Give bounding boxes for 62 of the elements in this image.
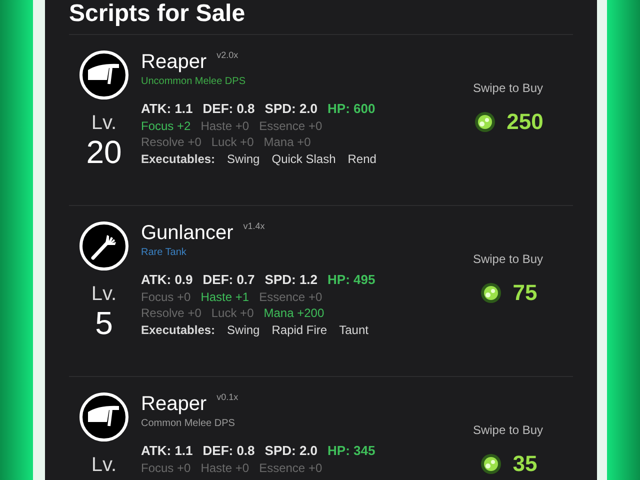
stat-text: SPD: 2.0 [264, 443, 318, 460]
stat-text: Luck +0 [211, 305, 254, 322]
script-name: Reaper [141, 392, 207, 417]
gem-icon [478, 452, 503, 474]
rarity-label: Uncommon Melee DPS [141, 75, 246, 89]
executables-label: Executables: [141, 322, 216, 338]
stat-text: Mana +0 [264, 134, 311, 150]
level-label: Lv. [91, 112, 117, 134]
executable-name: Rapid Fire [272, 322, 328, 338]
swipe-hint: Swipe to Buy [472, 422, 544, 439]
level-label: Lv. [91, 454, 117, 476]
executables-label: Executables: [141, 150, 216, 167]
stat-text: DEF: 0.8 [202, 443, 255, 460]
script-name: Reaper [141, 50, 207, 75]
stat-text: HP: 345 [328, 443, 376, 460]
blade-icon [79, 392, 129, 442]
level-number: 5 [95, 305, 113, 341]
executable-name: Swing [227, 150, 260, 167]
swipe-hint: Swipe to Buy [472, 80, 544, 97]
price-text: 250 [506, 108, 544, 136]
stat-text: Essence +0 [259, 460, 322, 476]
stat-text: Luck +0 [211, 134, 254, 150]
stat-text: HP: 600 [328, 101, 376, 118]
stat-text: HP: 495 [328, 272, 376, 288]
price-text: 75 [512, 279, 538, 307]
executable-name: Rend [348, 150, 376, 167]
stat-text: Haste +1 [200, 288, 250, 305]
version-label: v0.1x [216, 391, 238, 404]
version-label: v1.4x [243, 220, 265, 233]
rarity-label: Common Melee DPS [141, 417, 236, 431]
stat-text: Resolve +0 [141, 134, 202, 150]
stat-text: Focus +0 [141, 460, 191, 476]
gem-icon [478, 282, 503, 304]
level-label: Lv. [91, 283, 117, 305]
rarity-label: Rare Tank [141, 246, 188, 260]
executable-name: Quick Slash [272, 150, 336, 167]
stat-text: DEF: 0.7 [202, 272, 255, 288]
stat-text: Essence +0 [259, 118, 322, 134]
level-number: 20 [86, 134, 122, 170]
blade-icon [79, 50, 129, 100]
executable-name: Swing [227, 322, 260, 338]
price-text: 35 [512, 450, 538, 478]
stat-text: ATK: 1.1 [141, 101, 193, 118]
stat-text: Haste +0 [200, 460, 250, 476]
stat-text: Mana +200 [264, 305, 324, 322]
stat-text: ATK: 0.9 [141, 272, 193, 288]
stat-text: Focus +0 [141, 288, 191, 305]
stat-text: Haste +0 [200, 118, 250, 134]
stat-text: Focus +2 [141, 118, 191, 134]
executable-name: Taunt [339, 322, 368, 338]
stat-text: Essence +0 [259, 288, 322, 305]
fork-icon [79, 221, 129, 271]
gem-icon [472, 110, 497, 132]
stat-text: DEF: 0.8 [202, 101, 255, 118]
script-name: Gunlancer [141, 221, 234, 246]
stat-text: SPD: 2.0 [264, 101, 318, 118]
swipe-hint: Swipe to Buy [472, 251, 544, 268]
stat-text: Resolve +0 [141, 305, 202, 322]
stat-text: SPD: 1.2 [264, 272, 318, 288]
page-title: Scripts for Sale [69, 0, 573, 35]
version-label: v2.0x [216, 49, 238, 62]
stat-text: ATK: 1.1 [141, 443, 193, 460]
